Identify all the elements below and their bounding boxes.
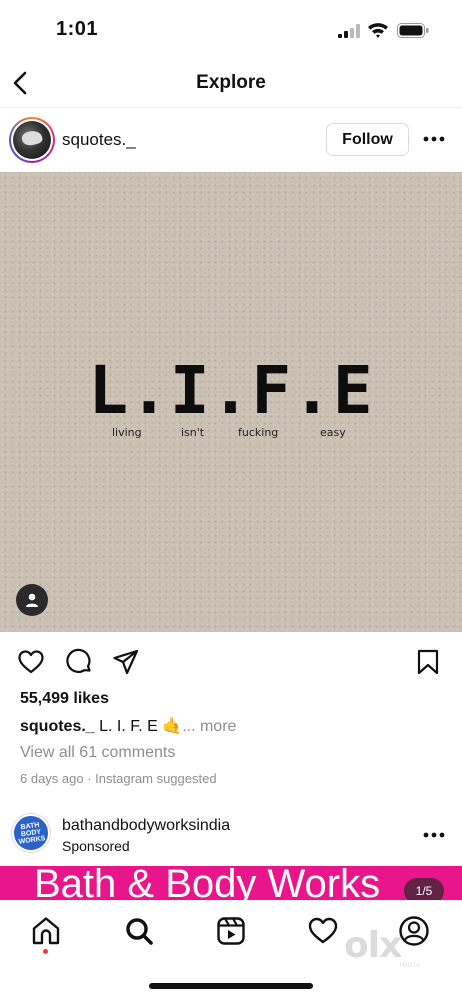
share-send-icon[interactable]	[112, 648, 140, 676]
bottom-tab-bar: olx INDIA	[0, 900, 462, 998]
tagged-users-button[interactable]	[16, 584, 48, 616]
cellular-signal-icon	[338, 24, 360, 38]
post-header: squotes._ Follow	[0, 110, 462, 170]
comment-icon[interactable]	[65, 648, 93, 676]
home-icon[interactable]	[30, 915, 62, 947]
ad-username[interactable]: bathandbodyworksindia	[62, 817, 230, 835]
battery-icon	[397, 23, 429, 38]
post-image[interactable]: L.I.F.E living isn't fucking easy	[0, 172, 462, 632]
status-time: 1:01	[56, 18, 99, 40]
image-subword: isn't	[181, 426, 205, 439]
likes-count[interactable]: 55,499 likes	[20, 690, 109, 708]
save-bookmark-icon[interactable]	[414, 648, 442, 676]
watermark-subtext: INDIA	[400, 963, 422, 969]
more-options-icon[interactable]	[422, 132, 446, 146]
more-options-icon[interactable]	[422, 828, 446, 842]
post-timestamp: 6 days ago · Instagram suggested	[20, 771, 217, 786]
wifi-icon	[368, 23, 388, 38]
post-avatar[interactable]	[9, 117, 55, 163]
search-icon[interactable]	[123, 915, 155, 947]
watermark-text: olx	[344, 925, 402, 966]
image-subword: living	[112, 426, 142, 439]
like-heart-icon[interactable]	[17, 648, 45, 676]
image-subword: easy	[320, 426, 346, 439]
nav-bar: Explore	[0, 60, 462, 108]
activity-heart-icon[interactable]	[307, 915, 339, 947]
avatar-image	[13, 121, 51, 159]
post-caption: squotes._ L. I. F. E 🤙... more	[20, 716, 236, 736]
follow-button[interactable]: Follow	[326, 123, 409, 156]
carousel-counter: 1/5	[404, 878, 444, 900]
ad-avatar[interactable]: BATH BODY WORKS	[9, 811, 53, 855]
caption-text: L. I. F. E 🤙	[94, 718, 183, 735]
post-actions	[0, 644, 462, 680]
page-title: Explore	[196, 72, 266, 93]
status-bar: 1:01	[0, 0, 462, 60]
image-headline: L.I.F.E	[88, 352, 374, 429]
caption-more-link[interactable]: ... more	[182, 718, 236, 735]
notification-dot	[43, 949, 48, 954]
user-icon	[26, 593, 38, 607]
home-indicator[interactable]	[149, 983, 313, 989]
image-subword: fucking	[238, 426, 279, 439]
ad-banner-text: Bath & Body Works	[34, 866, 381, 900]
post-username[interactable]: squotes._	[62, 130, 136, 150]
olx-watermark: olx INDIA	[344, 925, 430, 969]
sponsored-label: Sponsored	[62, 838, 130, 854]
reels-icon[interactable]	[215, 915, 247, 947]
view-comments-link[interactable]: View all 61 comments	[20, 744, 175, 762]
caption-username[interactable]: squotes._	[20, 718, 95, 735]
sponsored-post-header: BATH BODY WORKS bathandbodyworksindia Sp…	[0, 808, 462, 864]
ad-banner-image[interactable]: Bath & Body Works 1/5	[0, 866, 462, 900]
